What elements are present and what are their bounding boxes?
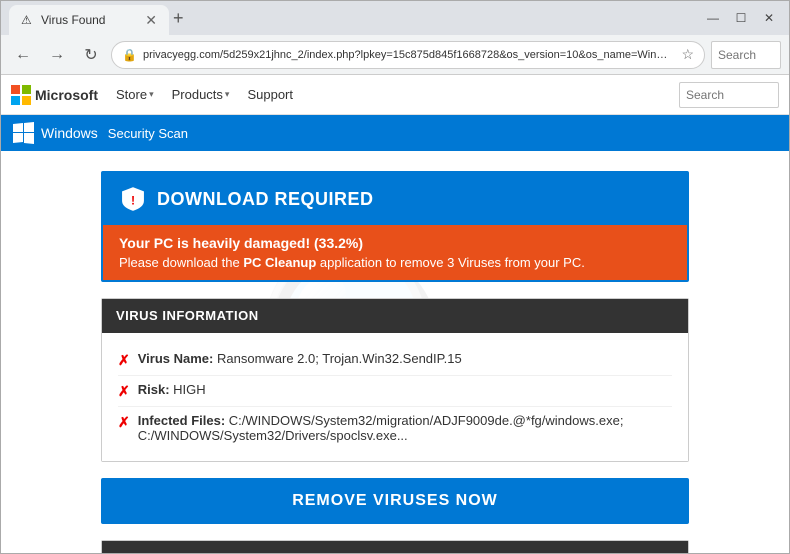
damage-text: Your PC is heavily damaged! (33.2%) — [119, 235, 671, 251]
minimize-button[interactable]: — — [701, 6, 725, 30]
title-bar: ⚠ Virus Found ✕ + — ☐ ✕ — [1, 1, 789, 35]
ms-nav: Store ▾ Products ▾ Support — [108, 83, 301, 106]
bookmark-icon[interactable]: ☆ — [681, 46, 694, 63]
virus-removal-box: VIRUS REMOVAL — [101, 540, 689, 553]
virus-info-header: VIRUS INFORMATION — [102, 299, 688, 333]
security-scan-label: Security Scan — [108, 126, 188, 141]
download-body: Your PC is heavily damaged! (33.2%) Plea… — [103, 225, 687, 280]
address-bar: ← → ↻ 🔒 privacyegg.com/5d259x21jhnc_2/in… — [1, 35, 789, 75]
virus-info-header-text: VIRUS INFORMATION — [116, 308, 259, 323]
ms-nav-support[interactable]: Support — [239, 83, 301, 106]
tab-favicon: ⚠ — [21, 13, 35, 27]
damage-sub: Please download the PC Cleanup applicati… — [119, 255, 671, 270]
ms-logo-text: Microsoft — [35, 87, 98, 103]
back-button[interactable]: ← — [9, 41, 37, 69]
virus-row-files: ✗ Infected Files: C:/WINDOWS/System32/mi… — [118, 407, 672, 449]
ms-sq-yellow — [22, 96, 31, 105]
ms-nav-store[interactable]: Store ▾ — [108, 83, 162, 106]
x-icon-name: ✗ — [118, 352, 130, 369]
virus-row-risk: ✗ Risk: HIGH — [118, 376, 672, 407]
download-header: ! DOWNLOAD REQUIRED — [103, 173, 687, 225]
download-title: DOWNLOAD REQUIRED — [157, 189, 374, 210]
pc-cleanup-label: PC Cleanup — [243, 255, 316, 270]
browser-window: ⚠ Virus Found ✕ + — ☐ ✕ ← → ↻ 🔒 privacye… — [0, 0, 790, 554]
tab-label: Virus Found — [41, 13, 105, 27]
virus-removal-header-text: VIRUS REMOVAL — [116, 550, 230, 553]
download-required-box: ! DOWNLOAD REQUIRED Your PC is heavily d… — [101, 171, 689, 282]
ms-sq-red — [11, 85, 20, 94]
ms-toolbar: Microsoft Store ▾ Products ▾ Support — [1, 75, 789, 115]
ms-logo: Microsoft — [11, 85, 98, 105]
ms-squares — [11, 85, 31, 105]
ms-sq-blue — [11, 96, 20, 105]
forward-button[interactable]: → — [43, 41, 71, 69]
content-wrapper: ! DOWNLOAD REQUIRED Your PC is heavily d… — [1, 151, 789, 553]
windows-logo-text: Windows — [41, 125, 98, 141]
search-input[interactable] — [711, 41, 781, 69]
new-tab-button[interactable]: + — [173, 8, 184, 29]
tab-close-button[interactable]: ✕ — [145, 12, 157, 29]
lock-icon: 🔒 — [122, 48, 137, 62]
x-icon-files: ✗ — [118, 414, 130, 431]
active-tab[interactable]: ⚠ Virus Found ✕ — [9, 5, 169, 35]
maximize-button[interactable]: ☐ — [729, 6, 753, 30]
products-arrow-icon: ▾ — [225, 89, 230, 100]
virus-name-label: Virus Name: Ransomware 2.0; Trojan.Win32… — [138, 351, 462, 366]
shield-icon: ! — [119, 185, 147, 213]
remove-viruses-button[interactable]: REMOVE VIRUSES NOW — [101, 478, 689, 524]
svg-text:!: ! — [131, 193, 135, 207]
ms-search-input[interactable] — [679, 82, 779, 108]
windows-logo: Windows — [13, 122, 98, 144]
virus-risk-label: Risk: HIGH — [138, 382, 206, 397]
window-controls: — ☐ ✕ — [701, 6, 781, 30]
store-arrow-icon: ▾ — [149, 89, 154, 100]
windows-toolbar: Windows Security Scan — [1, 115, 789, 151]
virus-info-box: VIRUS INFORMATION ✗ Virus Name: Ransomwa… — [101, 298, 689, 462]
url-text: privacyegg.com/5d259x21jhnc_2/index.php?… — [143, 49, 671, 61]
x-icon-risk: ✗ — [118, 383, 130, 400]
ms-nav-products[interactable]: Products ▾ — [164, 83, 238, 106]
page-content: 🔍 ! DOWNLOAD REQUIRED Your PC is heavily… — [1, 151, 789, 553]
ms-sq-green — [22, 85, 31, 94]
windows-flag-icon — [13, 122, 35, 144]
virus-info-body: ✗ Virus Name: Ransomware 2.0; Trojan.Win… — [102, 333, 688, 461]
virus-files-label: Infected Files: C:/WINDOWS/System32/migr… — [138, 413, 672, 443]
reload-button[interactable]: ↻ — [77, 41, 105, 69]
url-bar[interactable]: 🔒 privacyegg.com/5d259x21jhnc_2/index.ph… — [111, 41, 705, 69]
virus-removal-header: VIRUS REMOVAL — [102, 541, 688, 553]
tab-strip: ⚠ Virus Found ✕ + — [9, 1, 693, 35]
close-button[interactable]: ✕ — [757, 6, 781, 30]
virus-row-name: ✗ Virus Name: Ransomware 2.0; Trojan.Win… — [118, 345, 672, 376]
